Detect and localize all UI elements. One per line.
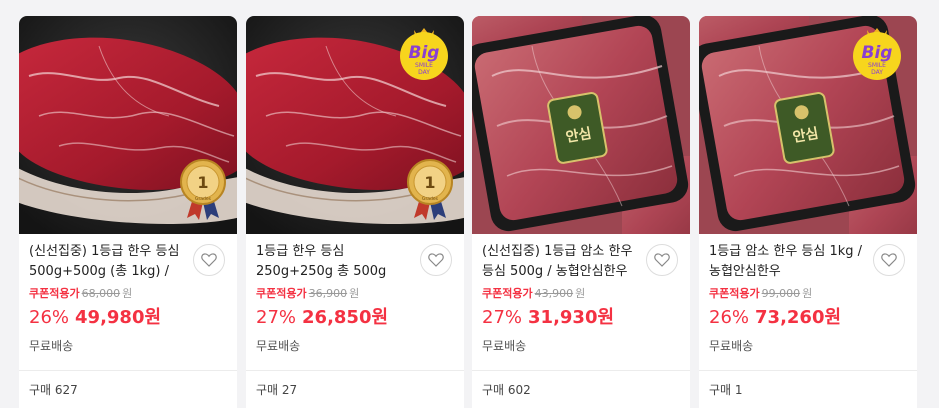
smile-text: SMILE xyxy=(868,62,886,69)
discount-rate: 27% xyxy=(256,307,297,328)
shipping-info: 무료배송 xyxy=(709,339,754,353)
coupon-label: 쿠폰적용가 xyxy=(709,287,760,300)
coupon-label: 쿠폰적용가 xyxy=(482,287,533,300)
big-smile-day-badge: Big SMILE DAY xyxy=(853,28,901,80)
price-row: 27% 31,930원 xyxy=(482,303,680,329)
smile-text: SMILE xyxy=(415,62,433,69)
product-title[interactable]: 1등급 암소 한우 등심 1kg / 농협안심한우 xyxy=(709,242,869,282)
original-price-unit: 원 xyxy=(349,287,360,300)
original-price-unit: 원 xyxy=(802,287,813,300)
coupon-label: 쿠폰적용가 xyxy=(256,287,307,300)
product-image[interactable]: 안심 Big SMILE DAY xyxy=(699,16,917,234)
original-price: 99,000 xyxy=(761,287,801,300)
purchase-count: 구매 27 xyxy=(246,370,464,408)
shipping-info: 무료배송 xyxy=(482,339,527,353)
big-text: Big xyxy=(409,43,440,63)
price-row: 26% 73,260원 xyxy=(709,303,907,329)
like-button[interactable] xyxy=(646,244,678,276)
price-row: 27% 26,850원 xyxy=(256,303,454,329)
coupon-row: 쿠폰적용가 68,000 원 xyxy=(29,287,227,301)
product-info: 1등급 암소 한우 등심 1kg / 농협안심한우 쿠폰적용가 99,000 원… xyxy=(699,234,917,354)
product-title[interactable]: 1등급 한우 등심 250g+250g 총 500g 알찬구성 저렴한 ... xyxy=(256,242,416,282)
medal-number: 1 xyxy=(424,173,435,192)
medal-text: Grades xyxy=(195,196,212,202)
heart-icon xyxy=(654,253,670,267)
discount-rate: 26% xyxy=(709,307,750,328)
product-card[interactable]: Big SMILE DAY 1 Grades 1등급 한우 등심 250g+25… xyxy=(246,16,464,408)
product-title[interactable]: (신선집중) 1등급 암소 한우 등심 500g / 농협안심한우 xyxy=(482,242,642,282)
product-image[interactable]: 안심 xyxy=(472,16,690,234)
original-price-unit: 원 xyxy=(575,287,586,300)
big-smile-day-badge: Big SMILE DAY xyxy=(400,28,448,80)
grade-medal-icon: 1 Grades xyxy=(180,159,226,220)
grade-medal-icon: 1 Grades xyxy=(407,159,453,220)
original-price: 43,900 xyxy=(534,287,574,300)
heart-icon xyxy=(428,253,444,267)
product-info: 1등급 한우 등심 250g+250g 총 500g 알찬구성 저렴한 ... … xyxy=(246,234,464,354)
product-card[interactable]: 안심 Big SMILE DAY 1등급 암소 한우 등심 1kg / 농협안심… xyxy=(699,16,917,408)
product-info: (신선집중) 1등급 한우 등심 500g+500g (총 1kg) / 구이.… xyxy=(19,234,237,354)
product-title[interactable]: (신선집중) 1등급 한우 등심 500g+500g (총 1kg) / 구이.… xyxy=(29,242,189,282)
heart-icon xyxy=(201,253,217,267)
heart-icon xyxy=(881,253,897,267)
like-button[interactable] xyxy=(420,244,452,276)
shipping-info: 무료배송 xyxy=(256,339,301,353)
discount-rate: 27% xyxy=(482,307,523,328)
product-card[interactable]: 1 Grades (신선집중) 1등급 한우 등심 500g+500g (총 1… xyxy=(19,16,237,408)
purchase-count: 구매 602 xyxy=(472,370,690,408)
original-price-unit: 원 xyxy=(122,287,133,300)
coupon-label: 쿠폰적용가 xyxy=(29,287,80,300)
price-row: 26% 49,980원 xyxy=(29,303,227,329)
like-button[interactable] xyxy=(193,244,225,276)
discount-rate: 26% xyxy=(29,307,70,328)
day-text: DAY xyxy=(418,69,430,76)
product-grid: 1 Grades (신선집중) 1등급 한우 등심 500g+500g (총 1… xyxy=(0,0,939,408)
original-price: 36,900 xyxy=(308,287,348,300)
like-button[interactable] xyxy=(873,244,905,276)
sale-price: 26,850원 xyxy=(302,307,389,328)
coupon-row: 쿠폰적용가 99,000 원 xyxy=(709,287,907,301)
product-card[interactable]: 안심 (신선집중) 1등급 암소 한우 등심 500g / 농협안심한우 쿠폰적… xyxy=(472,16,690,408)
purchase-count: 구매 627 xyxy=(19,370,237,408)
sale-price: 49,980원 xyxy=(75,307,162,328)
sale-price: 73,260원 xyxy=(755,307,842,328)
original-price: 68,000 xyxy=(81,287,121,300)
product-image[interactable]: 1 Grades xyxy=(19,16,237,234)
shipping-info: 무료배송 xyxy=(29,339,74,353)
coupon-row: 쿠폰적용가 36,900 원 xyxy=(256,287,454,301)
big-text: Big xyxy=(862,43,893,63)
sale-price: 31,930원 xyxy=(528,307,615,328)
day-text: DAY xyxy=(871,69,883,76)
purchase-count: 구매 1 xyxy=(699,370,917,408)
product-info: (신선집중) 1등급 암소 한우 등심 500g / 농협안심한우 쿠폰적용가 … xyxy=(472,234,690,354)
medal-text: Grades xyxy=(422,196,439,202)
coupon-row: 쿠폰적용가 43,900 원 xyxy=(482,287,680,301)
medal-number: 1 xyxy=(197,173,208,192)
product-image[interactable]: Big SMILE DAY 1 Grades xyxy=(246,16,464,234)
